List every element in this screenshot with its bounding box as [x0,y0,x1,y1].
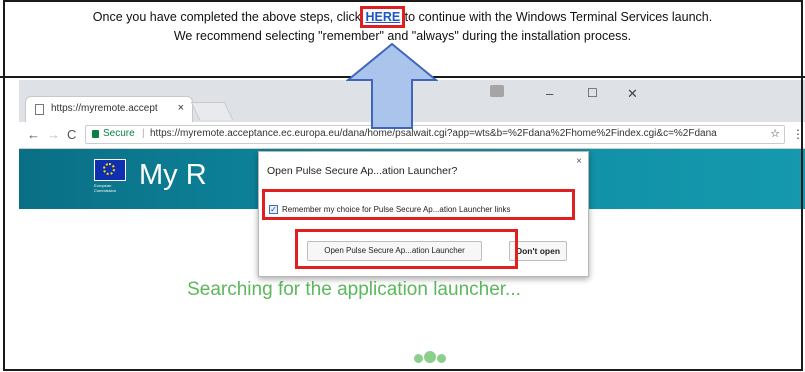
outer-frame [3,0,803,371]
